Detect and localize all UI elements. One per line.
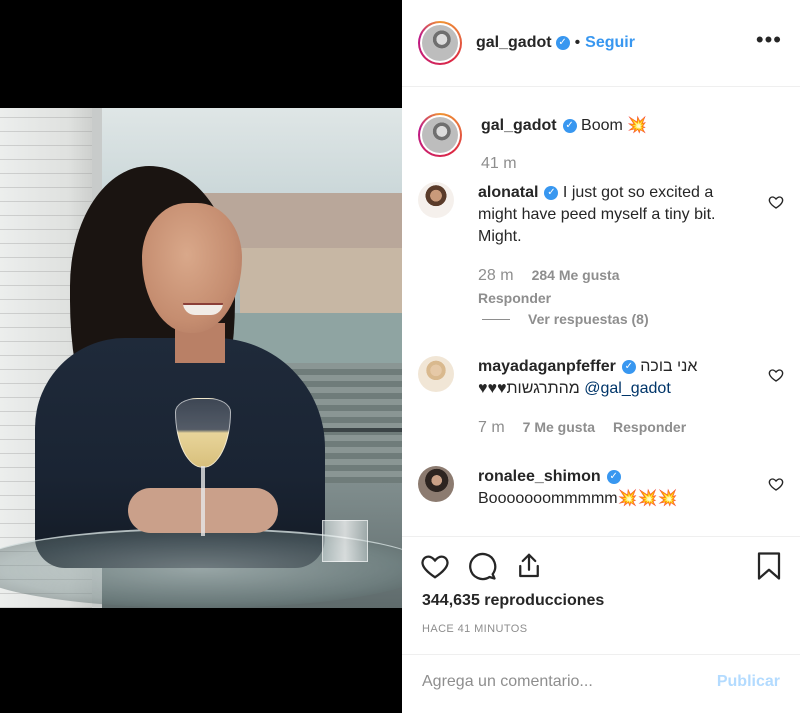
caption-text: Boom 💥 xyxy=(581,117,648,134)
avatar-image xyxy=(422,117,458,153)
like-comment-heart-icon[interactable] xyxy=(768,194,784,210)
separator-dot: • xyxy=(574,34,581,51)
avatar[interactable] xyxy=(418,21,462,65)
verified-badge-icon: ✓ xyxy=(555,36,570,50)
avatar[interactable] xyxy=(418,113,462,157)
caption-time[interactable]: 41 m xyxy=(481,153,517,175)
post-timestamp[interactable]: HACE 41 MINUTOS xyxy=(422,623,527,635)
video-wine-glass-stem xyxy=(201,466,205,536)
video-woman-smile xyxy=(183,303,223,315)
video-tumbler xyxy=(322,520,368,562)
avatar[interactable] xyxy=(418,356,454,392)
follow-button[interactable]: Seguir xyxy=(585,34,635,52)
like-comment-heart-icon[interactable] xyxy=(768,476,784,492)
publish-button[interactable]: Publicar xyxy=(717,673,780,691)
comment-username[interactable]: mayadaganpfeffer xyxy=(478,358,616,375)
bookmark-icon[interactable] xyxy=(756,551,782,581)
post-video[interactable] xyxy=(0,0,402,713)
comment-input[interactable]: Agrega un comentario... xyxy=(422,673,593,691)
caption-username[interactable]: gal_gadot xyxy=(481,117,557,134)
like-comment-heart-icon[interactable] xyxy=(768,367,784,383)
comment-item: mayadaganpfeffer ✓ אני בוכה מהתרגשות♥♥♥ @… xyxy=(418,356,784,439)
share-icon[interactable] xyxy=(514,551,544,581)
view-replies-line xyxy=(482,318,510,320)
post-side-panel: gal_gadot ✓ • Seguir ••• gal_gadot ✓ Boom… xyxy=(402,0,800,713)
view-replies-label: Ver respuestas (8) xyxy=(528,311,649,327)
comment-time[interactable]: 28 m xyxy=(478,265,514,287)
verified-badge-icon: ✓ xyxy=(562,118,577,133)
comment-item: ronalee_shimon ✓ Booooooommmmm💥💥💥 xyxy=(418,466,784,510)
comment-likes[interactable]: 7 Me gusta xyxy=(523,416,595,438)
comment-username[interactable]: ronalee_shimon xyxy=(478,468,601,485)
comment-text: Booooooommmmm💥💥💥 xyxy=(478,490,678,507)
add-comment-bar: Agrega un comentario... Publicar xyxy=(402,654,800,713)
view-count[interactable]: 344,635 reproducciones xyxy=(422,592,604,610)
comment-item: alonatal ✓ I just got so excited a might … xyxy=(418,182,784,309)
verified-badge-icon: ✓ xyxy=(606,469,621,484)
reply-button[interactable]: Responder xyxy=(478,287,551,309)
reply-button[interactable]: Responder xyxy=(613,416,686,438)
header-username[interactable]: gal_gadot xyxy=(476,34,552,52)
heart-icon[interactable] xyxy=(420,551,450,581)
verified-badge-icon: ✓ xyxy=(544,185,559,200)
comment-likes[interactable]: 284 Me gusta xyxy=(532,264,620,286)
comment-mention[interactable]: @gal_gadot xyxy=(584,380,671,397)
comment-time[interactable]: 7 m xyxy=(478,417,505,439)
action-bar: 344,635 reproducciones HACE 41 MINUTOS xyxy=(402,536,800,654)
comments-list[interactable]: gal_gadot ✓ Boom 💥 41 m alonatal ✓ I just … xyxy=(402,88,800,532)
avatar[interactable] xyxy=(418,182,454,218)
post-header: gal_gadot ✓ • Seguir ••• xyxy=(402,0,800,87)
verified-badge-icon: ✓ xyxy=(621,359,636,374)
video-building xyxy=(240,248,402,318)
avatar-image xyxy=(422,25,458,61)
comment-username[interactable]: alonatal xyxy=(478,184,538,201)
view-replies-button[interactable]: Ver respuestas (8) xyxy=(482,311,649,327)
video-frame[interactable] xyxy=(0,108,402,608)
comment-icon[interactable] xyxy=(467,551,497,581)
avatar[interactable] xyxy=(418,466,454,502)
caption: gal_gadot ✓ Boom 💥 41 m xyxy=(418,113,784,175)
more-options-icon[interactable]: ••• xyxy=(756,29,782,51)
